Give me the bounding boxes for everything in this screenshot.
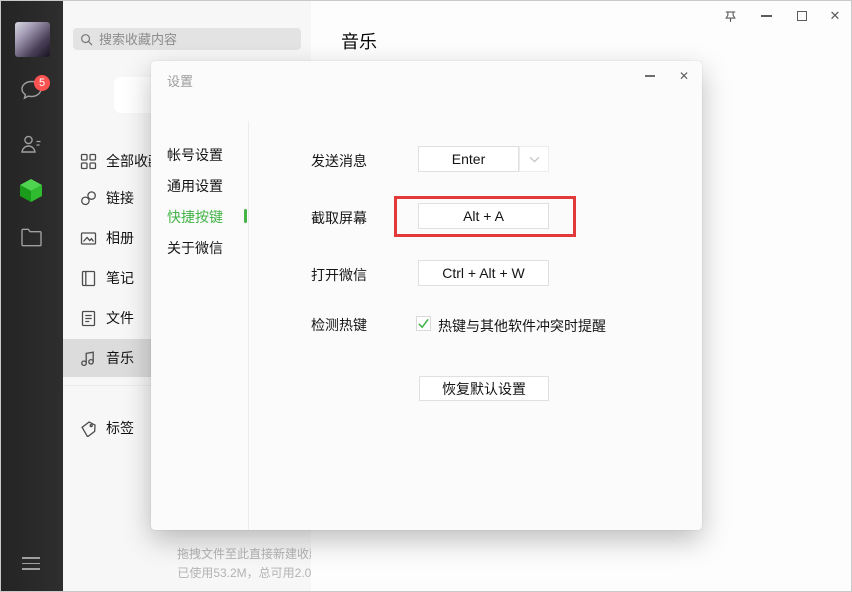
minimize-icon <box>761 15 772 17</box>
nav-separator <box>248 121 249 530</box>
grid-icon <box>80 153 97 170</box>
open-wechat-shortcut-button[interactable]: Ctrl + Alt + W <box>418 260 549 286</box>
check-icon <box>417 317 430 330</box>
settings-nav-account[interactable]: 帐号设置 <box>167 145 223 167</box>
wechat-window: 5 <box>0 0 852 592</box>
dialog-close-button[interactable]: ✕ <box>673 65 695 87</box>
maximize-icon <box>797 11 807 21</box>
open-wechat-label: 打开微信 <box>311 265 367 285</box>
conflict-alert-checkbox[interactable] <box>416 316 431 331</box>
chevron-down-icon <box>529 156 540 163</box>
settings-nav-about[interactable]: 关于微信 <box>167 238 223 260</box>
active-nav-indicator <box>244 209 247 223</box>
album-icon <box>80 230 97 247</box>
restore-defaults-button[interactable]: 恢复默认设置 <box>419 376 549 401</box>
search-icon <box>80 33 93 46</box>
settings-nav-general[interactable]: 通用设置 <box>167 176 223 198</box>
close-icon: ✕ <box>679 69 689 83</box>
collections-item-label: 标签 <box>106 418 134 438</box>
collections-item-label: 笔记 <box>106 268 134 288</box>
favorites-icon[interactable] <box>18 177 43 202</box>
file-icon <box>80 310 97 327</box>
avatar[interactable] <box>15 22 50 57</box>
send-message-select[interactable]: Enter <box>418 146 519 172</box>
pin-button[interactable] <box>720 6 740 26</box>
collections-item-label: 相册 <box>106 228 134 248</box>
capture-screen-label: 截取屏幕 <box>311 208 367 228</box>
contacts-icon[interactable] <box>19 132 44 157</box>
unread-badge: 5 <box>34 75 50 91</box>
close-icon: ✕ <box>830 8 841 24</box>
files-folder-icon[interactable] <box>19 225 44 250</box>
collections-item-label: 链接 <box>106 188 134 208</box>
page-title: 音乐 <box>341 28 377 54</box>
minimize-icon <box>645 75 655 76</box>
maximize-button[interactable] <box>792 6 812 26</box>
detect-hotkey-label: 检测热键 <box>311 315 367 335</box>
conflict-alert-label: 热键与其他软件冲突时提醒 <box>438 316 606 336</box>
settings-nav-shortcuts[interactable]: 快捷按键 <box>167 207 223 229</box>
dialog-title: 设置 <box>167 71 193 90</box>
collections-item-label: 文件 <box>106 308 134 328</box>
send-message-dropdown-button[interactable] <box>519 146 549 172</box>
menu-icon[interactable] <box>22 557 40 571</box>
minimize-button[interactable] <box>756 6 776 26</box>
collections-item-label: 音乐 <box>106 348 134 368</box>
music-icon <box>80 350 97 367</box>
search-box[interactable] <box>73 28 301 50</box>
send-message-label: 发送消息 <box>311 151 367 171</box>
capture-shortcut-button[interactable]: Alt + A <box>418 203 549 229</box>
notes-icon <box>80 270 97 287</box>
close-button[interactable]: ✕ <box>825 6 845 26</box>
link-icon <box>80 190 97 207</box>
nav-sidebar: 5 <box>1 1 63 592</box>
search-input[interactable] <box>99 32 294 47</box>
tag-icon <box>80 420 97 437</box>
dialog-minimize-button[interactable] <box>639 65 661 87</box>
settings-dialog: 设置 ✕ 帐号设置 通用设置 快捷按键 关于微信 发送消息 Enter 截取屏幕… <box>151 61 702 530</box>
